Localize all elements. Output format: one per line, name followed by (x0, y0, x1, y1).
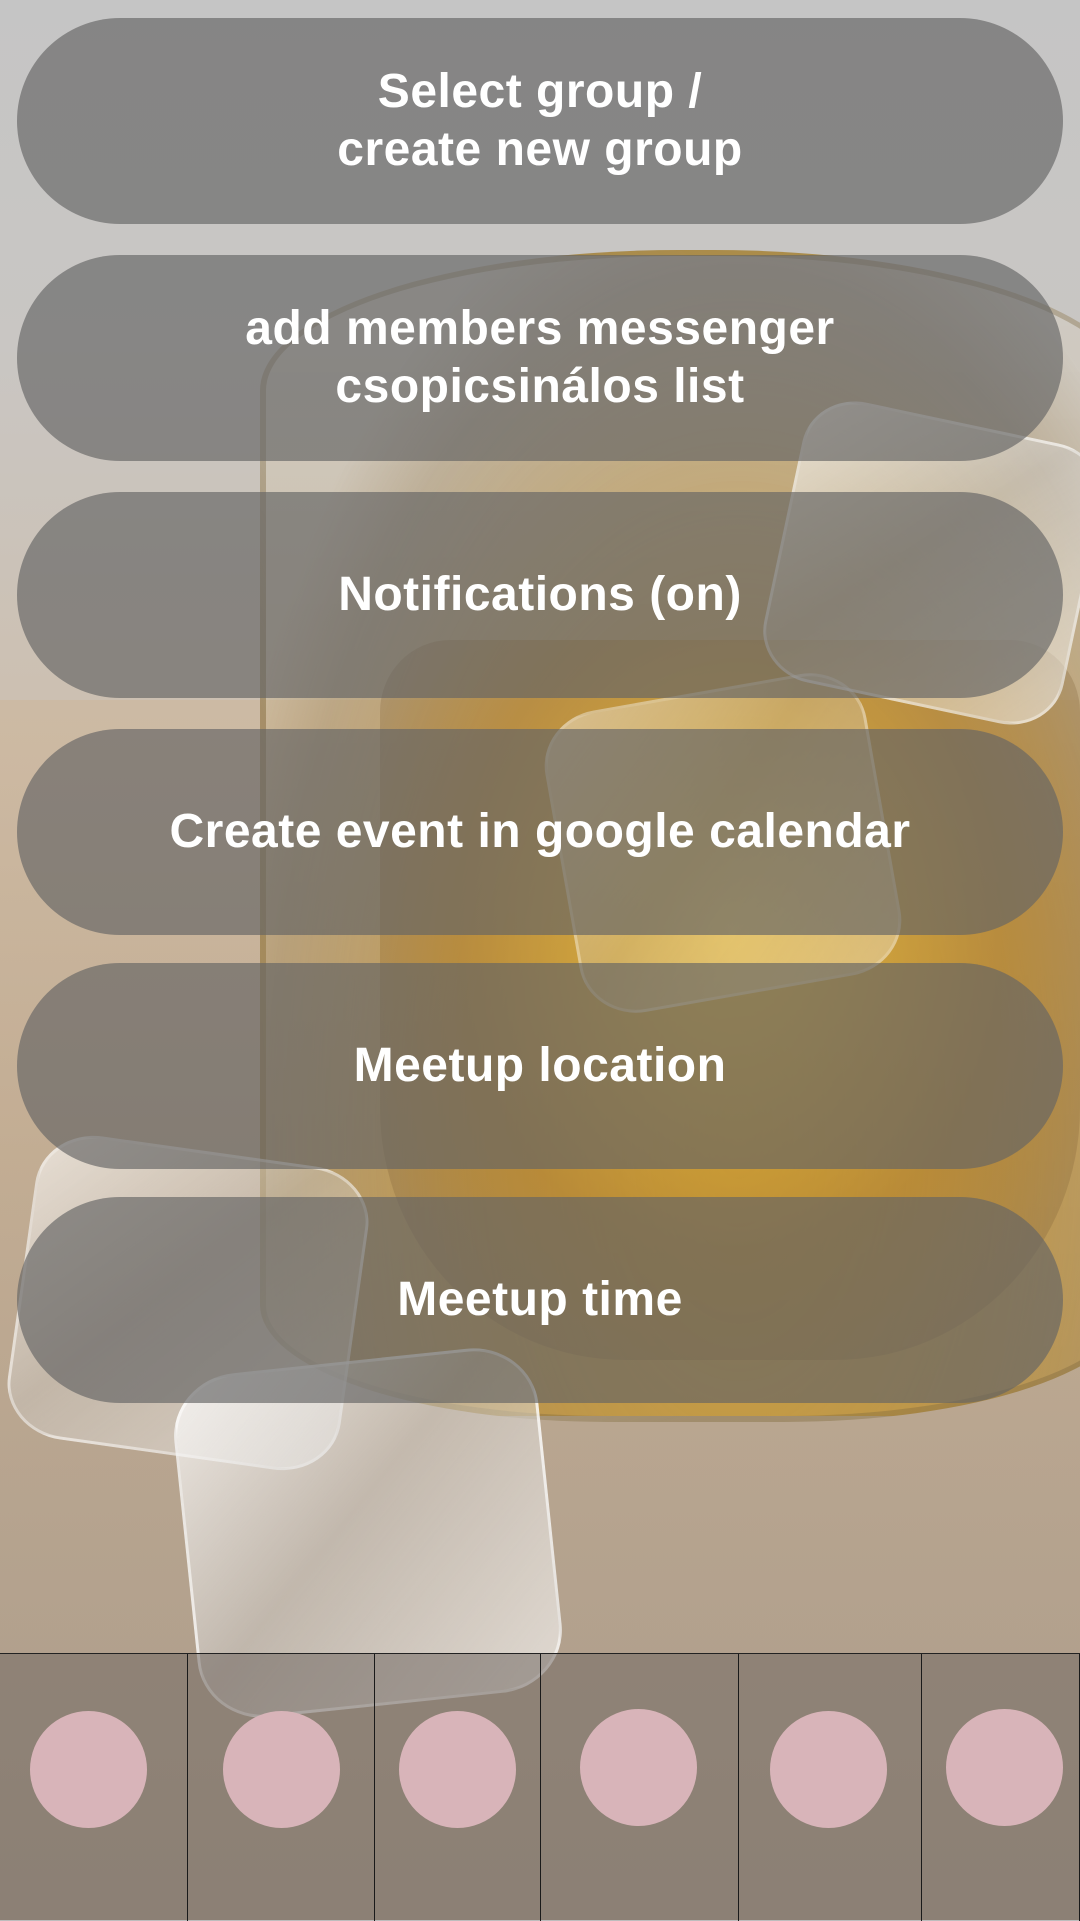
meetup-time-button[interactable]: Meetup time (17, 1197, 1063, 1403)
bottom-bar-cell (922, 1654, 1080, 1921)
notifications-toggle-button[interactable]: Notifications (on) (17, 492, 1063, 698)
bottom-navigation-bar (0, 1653, 1080, 1921)
meetup-location-button[interactable]: Meetup location (17, 963, 1063, 1169)
menu-button-label: Notifications (on) (338, 568, 742, 621)
menu-button-label: create new group (337, 123, 743, 176)
circle-button-3[interactable] (399, 1711, 516, 1828)
add-members-button[interactable]: add members messenger csopicsinálos list (17, 255, 1063, 461)
bottom-bar-cell (0, 1654, 188, 1921)
circle-button-1[interactable] (30, 1711, 147, 1828)
menu-button-label: Meetup time (397, 1273, 683, 1326)
create-calendar-event-button[interactable]: Create event in google calendar (17, 729, 1063, 935)
select-group-button[interactable]: Select group / create new group (17, 18, 1063, 224)
circle-button-5[interactable] (770, 1711, 887, 1828)
circle-button-4[interactable] (580, 1709, 697, 1826)
bottom-bar-cell (188, 1654, 375, 1921)
circle-button-6[interactable] (946, 1709, 1063, 1826)
bottom-bar-cell (739, 1654, 922, 1921)
menu-button-label: Create event in google calendar (169, 805, 911, 858)
menu-button-label: Select group / (377, 65, 703, 118)
menu-button-label: csopicsinálos list (335, 360, 745, 413)
bottom-bar-cell (375, 1654, 541, 1921)
menu-button-label: Meetup location (353, 1039, 727, 1092)
menu-button-label: add members messenger (245, 302, 835, 355)
bottom-bar-cell (541, 1654, 739, 1921)
circle-button-2[interactable] (223, 1711, 340, 1828)
